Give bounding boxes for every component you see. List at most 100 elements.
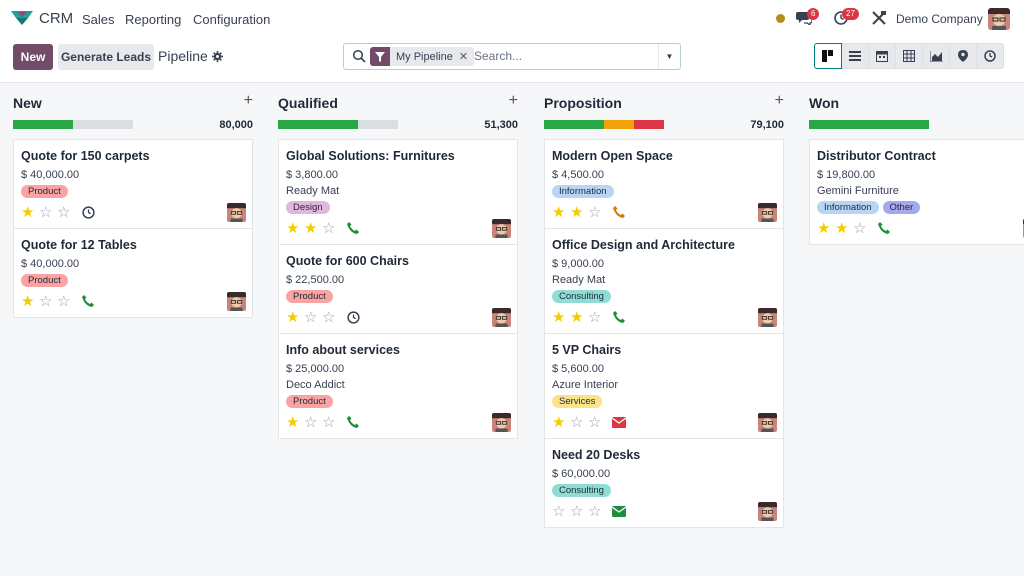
activities-badge: 27 [842,8,859,20]
salesperson-avatar[interactable] [492,413,511,432]
envelope-red-icon[interactable] [612,415,626,429]
company-switcher[interactable]: Demo Company [896,12,983,26]
priority-star-icon[interactable]: ★ [552,415,570,430]
column-title[interactable]: Qualified [278,95,338,111]
phone-icon[interactable] [81,294,95,308]
search-icon[interactable] [352,49,366,63]
pivot-view-icon[interactable] [895,43,923,69]
priority-star-icon[interactable]: ☆ [570,504,588,519]
kanban-card[interactable]: Info about services $ 25,000.00 Deco Add… [279,334,517,438]
salesperson-avatar[interactable] [758,203,777,222]
priority-star-icon[interactable]: ☆ [57,294,75,309]
phone-icon[interactable] [612,310,626,324]
generate-leads-button[interactable]: Generate Leads [58,44,154,70]
clock-icon[interactable] [81,205,95,219]
priority-star-icon[interactable]: ☆ [552,504,570,519]
remove-facet-icon[interactable]: ✕ [459,50,474,63]
menu-reporting[interactable]: Reporting [125,12,181,27]
calendar-view-icon[interactable] [868,43,896,69]
priority-star-icon[interactable]: ☆ [304,415,322,430]
priority-star-icon[interactable]: ★ [286,415,304,430]
salesperson-avatar[interactable] [758,308,777,327]
quick-create-plus-icon[interactable]: + [244,92,253,110]
salesperson-avatar[interactable] [227,203,246,222]
progress-segment[interactable] [604,120,634,129]
kanban-card[interactable]: Quote for 12 Tables $ 40,000.00 Product … [14,229,252,317]
menu-configuration[interactable]: Configuration [193,12,270,27]
user-avatar[interactable] [988,8,1010,30]
crm-logo-icon[interactable] [11,11,33,25]
new-button[interactable]: New [13,44,53,70]
column-title[interactable]: New [13,95,42,111]
kanban-card[interactable]: Distributor Contract $ 19,800.00 Gemini … [810,140,1024,244]
column-title[interactable]: Won [809,95,839,111]
priority-star-icon[interactable]: ☆ [322,310,340,325]
graph-view-icon[interactable] [922,43,950,69]
search-dropdown-toggle-icon[interactable]: ▼ [658,44,680,69]
priority-star-icon[interactable]: ☆ [588,310,606,325]
priority-star-icon[interactable]: ★ [21,294,39,309]
priority-star-icon[interactable]: ☆ [588,504,606,519]
kanban-card[interactable]: Global Solutions: Furnitures $ 3,800.00 … [279,140,517,245]
priority-star-icon[interactable]: ★ [835,221,853,236]
search-input[interactable] [474,49,644,63]
status-dot-icon[interactable] [776,14,785,23]
salesperson-avatar[interactable] [227,292,246,311]
kanban-card[interactable]: Need 20 Desks $ 60,000.00 Consulting ☆ ☆ ☆ [545,439,783,527]
priority-star-icon[interactable]: ☆ [57,205,75,220]
salesperson-avatar[interactable] [758,413,777,432]
priority-star-icon[interactable]: ☆ [39,294,57,309]
salesperson-avatar[interactable] [492,219,511,238]
column-title[interactable]: Proposition [544,95,622,111]
priority-star-icon[interactable]: ☆ [588,205,606,220]
card-title: Quote for 150 carpets [21,149,150,163]
salesperson-avatar[interactable] [492,308,511,327]
quick-create-plus-icon[interactable]: + [509,92,518,110]
progress-segment[interactable] [13,120,73,129]
gear-icon[interactable] [212,51,223,62]
priority-star-icon[interactable]: ☆ [322,221,340,236]
progress-segment[interactable] [544,120,604,129]
priority-star-icon[interactable]: ☆ [853,221,871,236]
card-tags: Product [21,185,245,198]
clock-icon[interactable] [346,310,360,324]
quick-create-plus-icon[interactable]: + [775,92,784,110]
card-amount: $ 22,500.00 [286,274,345,286]
phone-orange-icon[interactable] [612,205,626,219]
kanban-card[interactable]: 5 VP Chairs $ 5,600.00 Azure Interior Se… [545,334,783,439]
priority-star-icon[interactable]: ★ [817,221,835,236]
kanban-card[interactable]: Modern Open Space $ 4,500.00 Information… [545,140,783,229]
kanban-card[interactable]: Office Design and Architecture $ 9,000.0… [545,229,783,334]
priority-star-icon[interactable]: ★ [552,310,570,325]
priority-star-icon[interactable]: ★ [570,310,588,325]
activity-view-icon[interactable] [976,43,1004,69]
priority-star-icon[interactable]: ★ [286,310,304,325]
progress-segment[interactable] [278,120,359,129]
map-view-icon[interactable] [949,43,977,69]
menu-sales[interactable]: Sales [82,12,115,27]
phone-icon[interactable] [346,221,360,235]
priority-star-icon[interactable]: ★ [21,205,39,220]
priority-star-icon[interactable]: ☆ [322,415,340,430]
priority-star-icon[interactable]: ★ [286,221,304,236]
progress-segment[interactable] [634,120,664,129]
priority-star-icon[interactable]: ☆ [588,415,606,430]
list-view-icon[interactable] [841,43,869,69]
priority-star-icon[interactable]: ☆ [570,415,588,430]
priority-star-icon[interactable]: ★ [304,221,322,236]
tools-icon[interactable] [872,11,886,25]
priority-star-icon[interactable]: ☆ [304,310,322,325]
salesperson-avatar[interactable] [758,502,777,521]
priority-star-icon[interactable]: ★ [552,205,570,220]
kanban-card[interactable]: Quote for 600 Chairs $ 22,500.00 Product… [279,245,517,334]
envelope-green-icon[interactable] [612,504,626,518]
app-name[interactable]: CRM [39,10,73,27]
kanban-view-icon[interactable] [814,43,842,69]
phone-icon[interactable] [346,415,360,429]
progress-segment[interactable] [809,120,929,129]
kanban-card[interactable]: Quote for 150 carpets $ 40,000.00 Produc… [14,140,252,229]
priority-star-icon[interactable]: ☆ [39,205,57,220]
filter-facet[interactable]: My Pipeline ✕ [370,47,475,66]
priority-star-icon[interactable]: ★ [570,205,588,220]
phone-icon[interactable] [877,221,891,235]
